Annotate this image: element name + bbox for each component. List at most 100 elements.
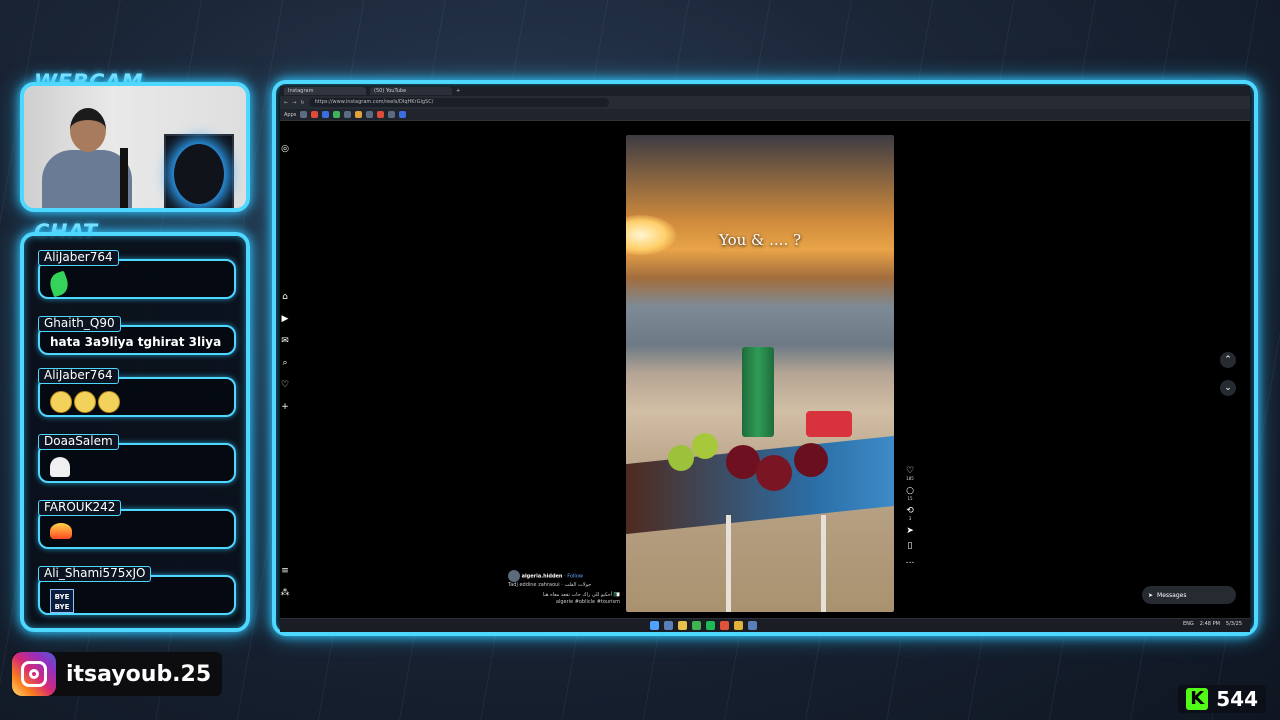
menu-icon[interactable]: ≡	[280, 566, 290, 576]
bookmark-icon[interactable]	[388, 111, 396, 118]
clock-date[interactable]: 5/3/25	[1226, 621, 1242, 627]
address-bar-row: ← → ↻ https://www.instagram.com/reels/DI…	[280, 96, 1250, 109]
forward-icon[interactable]: →	[292, 100, 296, 106]
fire-emote	[50, 523, 72, 539]
author-name[interactable]: algeria.hidden	[522, 574, 563, 580]
like-action[interactable]: ♡ 185	[902, 466, 918, 481]
ghost-emote	[50, 457, 70, 477]
repost-icon: ⟲	[906, 506, 914, 516]
chat-username: AliJaber764	[38, 368, 119, 384]
browser-icon[interactable]	[720, 621, 729, 630]
post-meta: algeria.hidden · Follow Tadj eddine zahr…	[508, 570, 620, 606]
search-icon[interactable]: ⌕	[280, 358, 290, 368]
bye-emote: BYE BYE	[50, 589, 74, 613]
instagram-sidebar: ◎ ⌂ ▶ ✉ ⌕ ♡ + ≡ ⁂	[280, 122, 292, 616]
system-tray: ENG 2:48 PM 5/3/25	[1183, 621, 1242, 627]
tab-instagram[interactable]: Instagram	[284, 87, 366, 95]
author-avatar[interactable]	[508, 570, 520, 582]
comment-icon: ○	[906, 486, 914, 496]
repost-count: 3	[908, 516, 912, 521]
leaf-emote	[46, 270, 72, 298]
bookmark-icon[interactable]	[377, 111, 385, 118]
messages-label: Messages	[1157, 591, 1187, 599]
previous-reel-button[interactable]: ⌃	[1220, 352, 1236, 368]
xbox-icon[interactable]	[692, 621, 701, 630]
clock-time[interactable]: 2:48 PM	[1200, 621, 1220, 627]
url-input[interactable]: https://www.instagram.com/reels/DIqHKrGl…	[308, 98, 609, 107]
chat-username: Ali_Shami575xJO	[38, 566, 152, 582]
tab-bar: Instagram (50) YouTube +	[280, 86, 1250, 96]
create-icon[interactable]: +	[280, 402, 290, 412]
bookmark-icon[interactable]	[300, 111, 308, 118]
chat-username: Ghaith_Q90	[38, 316, 121, 332]
share-action[interactable]: ➤	[902, 526, 918, 536]
taskbar-apps	[650, 621, 757, 630]
post-hashtags[interactable]: algerie #oblicle #tourism	[508, 599, 620, 606]
heart-icon[interactable]: ♡	[280, 380, 290, 390]
social-handle: itsayoub.25	[66, 661, 212, 687]
windows-start-icon[interactable]	[650, 621, 659, 630]
apps-label[interactable]: Apps	[284, 112, 296, 118]
save-action[interactable]: ▯	[902, 541, 918, 551]
bookmark-icon[interactable]	[322, 111, 330, 118]
microphone	[120, 148, 128, 208]
kick-icon: K	[1186, 688, 1209, 710]
bookmark-icon: ▯	[907, 541, 913, 551]
reels-icon[interactable]: ▶	[280, 314, 290, 324]
reload-icon[interactable]: ↻	[300, 100, 304, 106]
search-icon[interactable]	[664, 621, 673, 630]
instagram-icon	[12, 652, 56, 696]
kick-follower-badge: K 544	[1178, 685, 1266, 713]
bookmark-icon[interactable]	[344, 111, 352, 118]
smiley-emote	[98, 391, 120, 413]
tab-youtube[interactable]: (50) YouTube	[370, 87, 452, 95]
back-icon[interactable]: ←	[284, 100, 288, 106]
language-indicator[interactable]: ENG	[1183, 621, 1194, 627]
file-explorer-icon[interactable]	[678, 621, 687, 630]
next-reel-button[interactable]: ⌄	[1220, 380, 1236, 396]
app-icon[interactable]	[748, 621, 757, 630]
fruit-platter	[656, 411, 856, 495]
reel-actions: ♡ 185 ○ 15 ⟲ 3 ➤ ▯ …	[902, 466, 918, 571]
browser-window: Instagram (50) YouTube + ← → ↻ https://w…	[280, 86, 1250, 632]
audio-label[interactable]: Tadj eddine zahraoui · جولات القلب	[508, 582, 620, 589]
messages-button[interactable]: ➤ Messages	[1142, 586, 1236, 604]
bookmark-icon[interactable]	[366, 111, 374, 118]
like-count: 185	[906, 476, 914, 481]
bookmarks-bar: Apps	[280, 109, 1250, 121]
smiley-emote	[50, 391, 72, 413]
webcam-feed	[20, 82, 250, 212]
send-icon: ➤	[1148, 591, 1154, 599]
reel-caption-overlay: You & .... ?	[718, 231, 802, 249]
taskbar: ENG 2:48 PM 5/3/25	[280, 618, 1250, 632]
heart-icon: ♡	[905, 466, 915, 476]
bookmark-icon[interactable]	[311, 111, 319, 118]
messages-icon[interactable]: ✉	[280, 336, 290, 346]
chat-username: DoaaSalem	[38, 434, 119, 450]
bookmark-icon[interactable]	[355, 111, 363, 118]
home-icon[interactable]: ⌂	[280, 292, 290, 302]
chat-username: FAROUK242	[38, 500, 122, 516]
more-action[interactable]: …	[902, 556, 918, 566]
chat-username: AliJaber764	[38, 250, 119, 266]
spotify-icon[interactable]	[706, 621, 715, 630]
bookmark-icon[interactable]	[399, 111, 407, 118]
pc-case	[164, 134, 234, 208]
bookmark-icon[interactable]	[333, 111, 341, 118]
new-tab-icon[interactable]: +	[456, 88, 460, 94]
comment-count: 15	[907, 496, 913, 501]
share-icon: ➤	[906, 526, 914, 536]
instagram-logo-icon[interactable]: ◎	[280, 144, 290, 154]
kick-count: 544	[1216, 687, 1258, 711]
chat-panel: AliJaber764 Ghaith_Q90 hata 3a9liya tghi…	[20, 232, 250, 632]
post-description: أحكيو للي راك حاب تقعد معاه هنا 🇩🇿	[542, 592, 620, 598]
repost-action[interactable]: ⟲ 3	[902, 506, 918, 521]
reel-video[interactable]: You & .... ?	[626, 135, 894, 612]
more-dots-icon: …	[905, 556, 915, 566]
streamer	[42, 98, 132, 208]
follow-button[interactable]: Follow	[567, 574, 583, 580]
more-icon[interactable]: ⁂	[280, 588, 290, 598]
comment-action[interactable]: ○ 15	[902, 486, 918, 501]
chrome-icon[interactable]	[734, 621, 743, 630]
social-badge: itsayoub.25	[12, 652, 222, 696]
